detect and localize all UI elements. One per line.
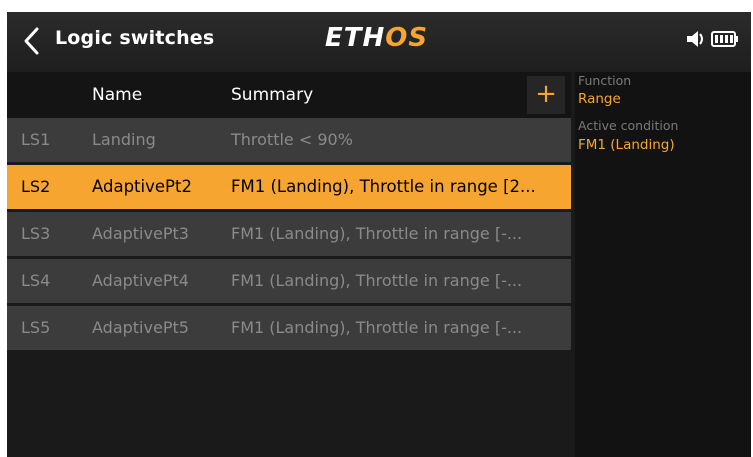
switch-id: LS2	[21, 177, 51, 196]
back-button[interactable]	[21, 26, 43, 56]
switch-id: LS3	[21, 224, 51, 243]
top-bar: Logic switches ETHOS	[7, 12, 751, 72]
add-button[interactable]: +	[527, 76, 565, 114]
switch-name: AdaptivePt5	[92, 318, 189, 337]
switch-id: LS5	[21, 318, 51, 337]
ethos-logo: ETHOS	[325, 23, 429, 53]
switch-summary: FM1 (Landing), Throttle in range [-...	[231, 224, 523, 243]
column-header-summary: Summary	[231, 85, 314, 105]
battery-icon	[711, 31, 738, 47]
switch-id: LS4	[21, 271, 51, 290]
list-header: Name Summary +	[7, 72, 571, 118]
status-icons	[685, 28, 739, 50]
switch-name: AdaptivePt4	[92, 271, 189, 290]
switch-summary: FM1 (Landing), Throttle in range [-...	[231, 271, 523, 290]
chevron-left-icon	[24, 27, 39, 55]
switch-summary: FM1 (Landing), Throttle in range [2...	[231, 177, 536, 196]
active-condition-value: FM1 (Landing)	[578, 137, 675, 153]
speaker-icon	[687, 31, 703, 47]
page-title: Logic switches	[55, 27, 215, 49]
function-value: Range	[578, 91, 621, 107]
list-item[interactable]: LS1 Landing Throttle < 90%	[7, 118, 571, 162]
switch-name: Landing	[92, 130, 156, 149]
switch-name: AdaptivePt3	[92, 224, 189, 243]
list-item[interactable]: LS3 AdaptivePt3 FM1 (Landing), Throttle …	[7, 212, 571, 256]
switch-summary: FM1 (Landing), Throttle in range [-...	[231, 318, 523, 337]
column-header-name: Name	[92, 85, 143, 105]
list-item[interactable]: LS4 AdaptivePt4 FM1 (Landing), Throttle …	[7, 259, 571, 303]
switch-name: AdaptivePt2	[92, 177, 192, 196]
active-condition-label: Active condition	[578, 118, 679, 133]
list-item[interactable]: LS5 AdaptivePt5 FM1 (Landing), Throttle …	[7, 306, 571, 350]
function-label: Function	[578, 73, 632, 88]
radio-screen: Logic switches ETHOS Name Summary + LS1 …	[7, 12, 751, 457]
details-panel: Function Range Active condition FM1 (Lan…	[575, 72, 751, 457]
list-item-selected[interactable]: LS2 AdaptivePt2 FM1 (Landing), Throttle …	[7, 165, 571, 209]
switch-summary: Throttle < 90%	[231, 130, 353, 149]
switch-id: LS1	[21, 130, 51, 149]
